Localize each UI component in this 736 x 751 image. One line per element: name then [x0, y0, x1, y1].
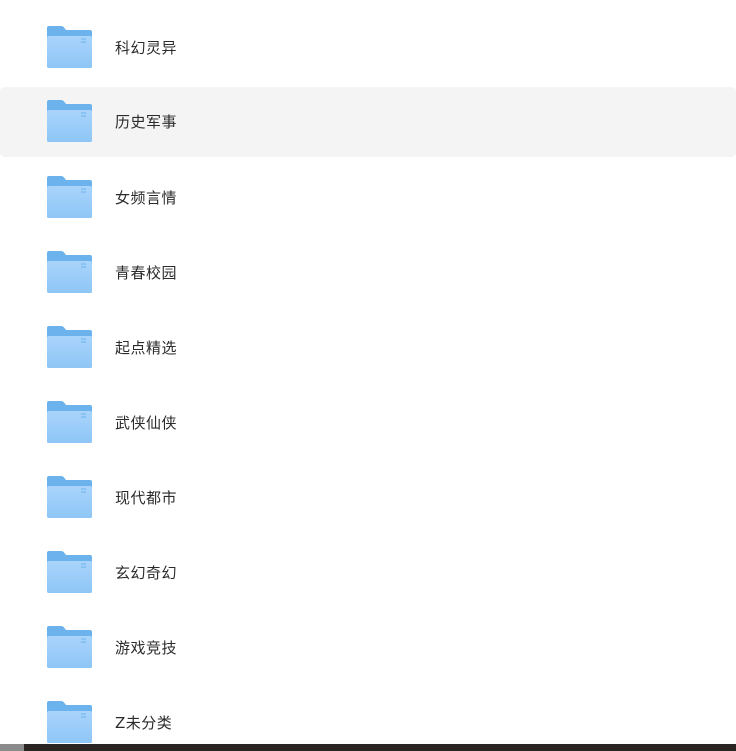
folder-icon: [46, 325, 93, 369]
folder-label: 起点精选: [115, 339, 178, 357]
folder-list: 科幻灵异 历史军事 女频言情 青春校园 起点精选 武侠仙侠 现代都市 玄幻奇幻 …: [0, 0, 736, 744]
bottom-taskbar-strip: [0, 744, 736, 751]
folder-icon: [46, 25, 93, 69]
folder-icon: [46, 475, 93, 519]
folder-label: 女频言情: [115, 189, 178, 207]
folder-label: Z未分类: [115, 714, 173, 732]
folder-row-4[interactable]: 起点精选: [0, 313, 736, 383]
folder-icon: [46, 250, 93, 294]
folder-label: 历史军事: [115, 113, 178, 131]
folder-icon: [46, 625, 93, 669]
folder-row-1[interactable]: 历史军事: [0, 87, 736, 157]
folder-icon: [46, 550, 93, 594]
folder-label: 青春校园: [115, 264, 178, 282]
folder-row-2[interactable]: 女频言情: [0, 163, 736, 233]
folder-row-5[interactable]: 武侠仙侠: [0, 388, 736, 458]
folder-row-6[interactable]: 现代都市: [0, 463, 736, 533]
folder-row-3[interactable]: 青春校园: [0, 238, 736, 308]
folder-label: 现代都市: [115, 489, 178, 507]
folder-icon: [46, 99, 93, 143]
folder-icon: [46, 700, 93, 744]
folder-icon: [46, 400, 93, 444]
folder-row-8[interactable]: 游戏竞技: [0, 613, 736, 683]
folder-row-0[interactable]: 科幻灵异: [0, 13, 736, 83]
folder-row-9[interactable]: Z未分类: [0, 688, 736, 744]
folder-label: 游戏竞技: [115, 639, 178, 657]
folder-row-7[interactable]: 玄幻奇幻: [0, 538, 736, 608]
taskbar-left-segment: [0, 744, 24, 751]
folder-label: 科幻灵异: [115, 39, 178, 57]
folder-icon: [46, 175, 93, 219]
folder-label: 武侠仙侠: [115, 414, 178, 432]
folder-label: 玄幻奇幻: [115, 564, 178, 582]
